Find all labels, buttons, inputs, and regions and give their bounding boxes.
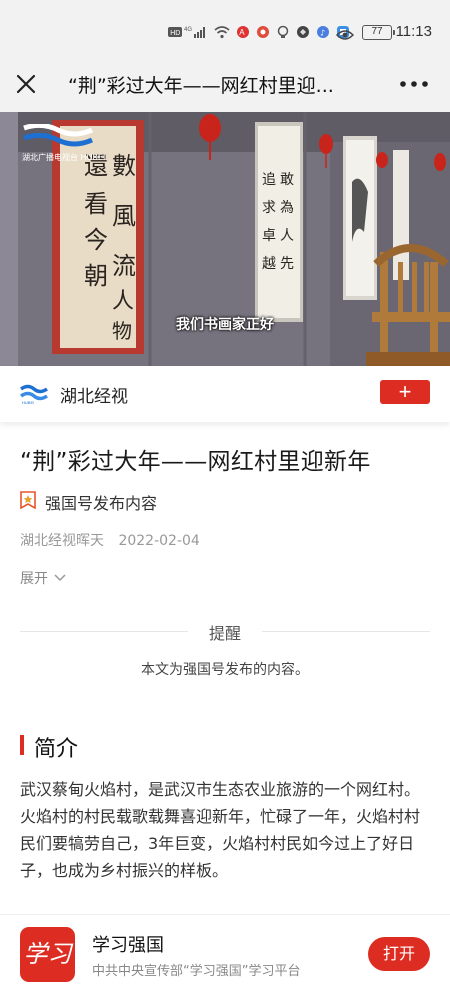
article-meta: 湖北经视晖天 2022-02-04 xyxy=(20,530,200,550)
tv-station-logo-text: 湖北广播电视台 HUBEI xyxy=(22,153,106,162)
app-download-banner: 学习 学习强国 中共中央宣传部“学习强国”学习平台 打开 xyxy=(0,914,450,990)
svg-text:♪: ♪ xyxy=(320,29,325,38)
more-horizontal-icon[interactable] xyxy=(396,72,432,96)
source-row: 强国号发布内容 xyxy=(20,490,157,514)
svg-text:看: 看 xyxy=(84,190,108,218)
svg-text:今: 今 xyxy=(84,226,108,254)
video-caption: 我们书画家正好 xyxy=(176,317,274,333)
svg-text:卓: 卓 xyxy=(262,228,276,244)
svg-text:求: 求 xyxy=(262,200,276,216)
svg-text:人: 人 xyxy=(280,228,294,244)
battery-indicator: 77 xyxy=(362,25,395,40)
svg-text:追: 追 xyxy=(262,172,276,188)
eye-comfort-icon xyxy=(335,26,355,45)
notice-body: 本文为强国号发布的内容。 xyxy=(141,662,309,678)
article-title: “荆”彩过大年——网红村里迎新年 xyxy=(20,449,371,475)
app-notification-icon-3 xyxy=(296,24,310,43)
bulb-icon xyxy=(276,24,290,43)
svg-text:先: 先 xyxy=(280,256,294,272)
svg-text:HUBEI: HUBEI xyxy=(22,400,34,405)
wifi-icon xyxy=(214,24,230,43)
app-notification-icon: A xyxy=(236,24,250,43)
section-title: 简介 xyxy=(34,737,79,762)
chevron-down-icon xyxy=(54,570,66,586)
article-author: 湖北经视晖天 xyxy=(20,533,104,549)
app-description: 中共中央宣传部“学习强国”学习平台 xyxy=(92,964,301,979)
status-icons: HD 4G A ♪ xyxy=(168,24,350,43)
svg-text:4G: 4G xyxy=(184,27,192,33)
xuexi-app-icon: 学习 xyxy=(20,927,75,982)
svg-text:越: 越 xyxy=(262,256,276,272)
music-icon: ♪ xyxy=(316,24,330,43)
svg-text:風: 風 xyxy=(112,202,136,230)
source-label: 强国号发布内容 xyxy=(45,494,158,513)
qiangguo-badge-icon xyxy=(20,491,36,513)
expand-toggle[interactable]: 展开 xyxy=(20,568,66,588)
section-accent-bar xyxy=(20,735,24,755)
video-player[interactable]: 數 風 流 人 物 還 看 今 朝 敢 為 人 先 追 求 卓 越 湖北广播电视… xyxy=(0,112,450,366)
nav-title: “荆”彩过大年——网红村里迎... xyxy=(68,75,334,97)
svg-text:人: 人 xyxy=(112,289,134,314)
channel-name[interactable]: 湖北经视 xyxy=(60,382,128,407)
app-name: 学习强国 xyxy=(92,935,164,956)
close-icon[interactable] xyxy=(12,70,40,98)
svg-text:A: A xyxy=(239,28,245,37)
svg-text:朝: 朝 xyxy=(84,262,108,290)
channel-bar: HUBEI 湖北经视 + xyxy=(0,366,450,422)
open-app-button[interactable]: 打开 xyxy=(368,937,430,971)
channel-logo-icon[interactable]: HUBEI xyxy=(19,383,49,405)
hd-signal-icon: HD 4G xyxy=(168,24,208,43)
svg-text:為: 為 xyxy=(280,200,294,216)
article-date: 2022-02-04 xyxy=(118,533,200,549)
status-time: 11:13 xyxy=(395,23,432,40)
svg-text:流: 流 xyxy=(112,252,136,280)
follow-button[interactable]: + xyxy=(380,380,430,404)
top-nav-bar: “荆”彩过大年——网红村里迎... xyxy=(0,56,450,112)
expand-label: 展开 xyxy=(20,571,48,587)
svg-text:數: 數 xyxy=(112,152,136,180)
svg-text:HD: HD xyxy=(170,30,180,37)
app-notification-icon-2 xyxy=(256,24,270,43)
status-bar: HD 4G A ♪ 77 11:13 xyxy=(0,0,450,56)
svg-text:敢: 敢 xyxy=(280,172,294,188)
notice-title: 提醒 xyxy=(208,624,241,643)
article-summary: 武汉蔡甸火焰村，是武汉市生态农业旅游的一个网红村。火焰村的村民载歌载舞喜迎新年，… xyxy=(20,780,421,880)
